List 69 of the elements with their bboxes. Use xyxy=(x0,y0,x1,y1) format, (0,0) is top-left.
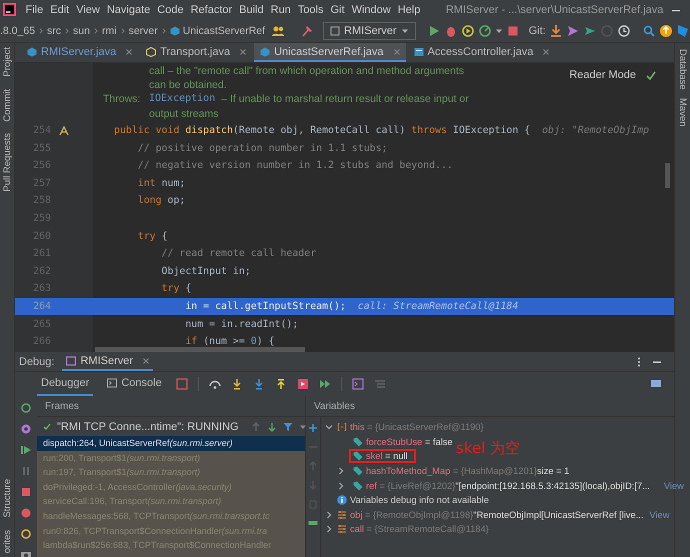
code-line: try { xyxy=(160,283,192,294)
code-line: // negative version number in 1.2 stubs and beyond... xyxy=(136,160,453,172)
code-line: in = call.getInputStream(); call: StreamRemoteCall@1184 xyxy=(184,300,518,312)
line-number: 264 xyxy=(32,300,51,312)
view-link[interactable]: View xyxy=(664,480,684,491)
breadcrumb-item[interactable]: server xyxy=(128,24,158,36)
code-line: num = in.readInt(); xyxy=(184,318,298,330)
variable-entry[interactable]: obj = {RemoteObjImpl@1198}"RemoteObjImpl[UnicastServerRef [live... xyxy=(350,510,644,520)
tool-window-tab[interactable]: Project xyxy=(2,47,12,77)
documentation-text: Throws: IOException – If unable to marshal return result or release input or xyxy=(103,93,470,108)
documentation-text: output streams xyxy=(148,108,220,122)
menu-item[interactable]: Navigate xyxy=(103,4,154,16)
run-configuration-dropdown[interactable]: RMIServer xyxy=(323,22,416,40)
variable-entry[interactable]: ref = {LiveRef@1202}"[endpoint:[192.168.5.3:42135](local),objID:[7... xyxy=(366,480,650,491)
debug-tab[interactable]: Console xyxy=(103,372,166,396)
menu-item[interactable]: Edit xyxy=(46,4,73,16)
variables-header: Variables xyxy=(306,396,674,417)
documentation-text: can be obtained. xyxy=(148,79,228,93)
debug-tab[interactable]: Debugger xyxy=(37,372,94,396)
menu-item[interactable]: File xyxy=(22,4,47,16)
editor-tab[interactable]: UnicastServerRef.java xyxy=(254,43,406,62)
breadcrumb-item[interactable]: sun xyxy=(73,24,90,36)
variable-entry[interactable]: call = {StreamRemoteCall@1184} xyxy=(350,524,489,534)
info-message: Variables debug info not available xyxy=(350,495,489,506)
tool-window-tab[interactable]: Pull Requests xyxy=(2,133,12,192)
breadcrumb-item[interactable]: UnicastServerRef xyxy=(182,24,266,36)
tool-window-tab[interactable]: orites xyxy=(2,530,12,553)
menu-item[interactable]: Window xyxy=(348,4,394,16)
editor-tab[interactable]: RMIServer.java xyxy=(21,43,138,62)
breadcrumb-item[interactable]: src xyxy=(47,24,62,36)
code-line: // positive operation number in 1.1 stubs; xyxy=(136,142,388,154)
code-line: ObjectInput in; xyxy=(160,266,251,277)
breadcrumb-item[interactable]: rmi xyxy=(102,24,117,36)
code-line: // read remote call header xyxy=(160,248,316,260)
frames-header: Frames xyxy=(37,396,305,417)
menu-item[interactable]: Refactor xyxy=(187,4,236,16)
git-label: Git: xyxy=(528,24,546,36)
menu-item[interactable]: Git xyxy=(327,4,348,16)
editor-tab[interactable]: AccessController.java xyxy=(408,43,556,62)
stack-frame[interactable]: dispatch:264, UnicastServerRef(sun.rmi.server) xyxy=(37,436,305,451)
code-line: long op; xyxy=(136,195,186,206)
editor-tab[interactable]: Transport.java xyxy=(140,43,252,62)
breadcrumb-item[interactable]: .8.0_65 xyxy=(0,24,36,36)
menu-item[interactable]: Run xyxy=(267,4,294,16)
thread-selector[interactable]: "RMI TCP Conne...ntime": RUNNING xyxy=(57,420,239,432)
code-line: int num; xyxy=(136,178,186,189)
variable-entry[interactable]: this = {UnicastServerRef@1190} xyxy=(350,422,484,432)
variable-entry[interactable]: skel = null xyxy=(366,451,408,462)
tool-window-tab[interactable]: Structure xyxy=(2,479,12,518)
variable-entry[interactable]: hashToMethod_Map = {HashMap@1201}size = 1 xyxy=(366,466,570,476)
code-line: public void dispatch(Remote obj, RemoteCall call) throws IOException { obj: "RemoteObjImp xyxy=(114,125,650,136)
view-link[interactable]: View xyxy=(649,510,670,520)
debug-panel-title: Debug: xyxy=(19,356,54,368)
annotation-text: skel 为空 xyxy=(456,439,520,458)
code-line: if (num >= 0) { xyxy=(184,336,275,348)
menu-item[interactable]: View xyxy=(72,4,104,16)
tool-window-tab[interactable]: Commit xyxy=(2,88,12,122)
debug-session-tab[interactable]: RMIServer xyxy=(62,352,154,371)
variable-entry[interactable]: forceStubUse = false xyxy=(366,436,453,447)
code-line: try { xyxy=(136,230,168,242)
tool-window-tab[interactable]: Maven xyxy=(677,98,688,126)
menu-item[interactable]: Tools xyxy=(294,4,327,16)
menu-item[interactable]: Help xyxy=(394,4,424,16)
tool-window-tab[interactable]: Database xyxy=(677,49,688,90)
menu-item[interactable]: Build xyxy=(236,4,268,16)
reader-mode-toggle[interactable]: Reader Mode xyxy=(569,69,636,81)
menu-item[interactable]: Code xyxy=(154,4,188,16)
window-title: RMIServer - ...\server\UnicastServerRef.java xyxy=(446,4,664,16)
documentation-text: call – the "remote call" from which operation and method arguments xyxy=(148,65,466,79)
